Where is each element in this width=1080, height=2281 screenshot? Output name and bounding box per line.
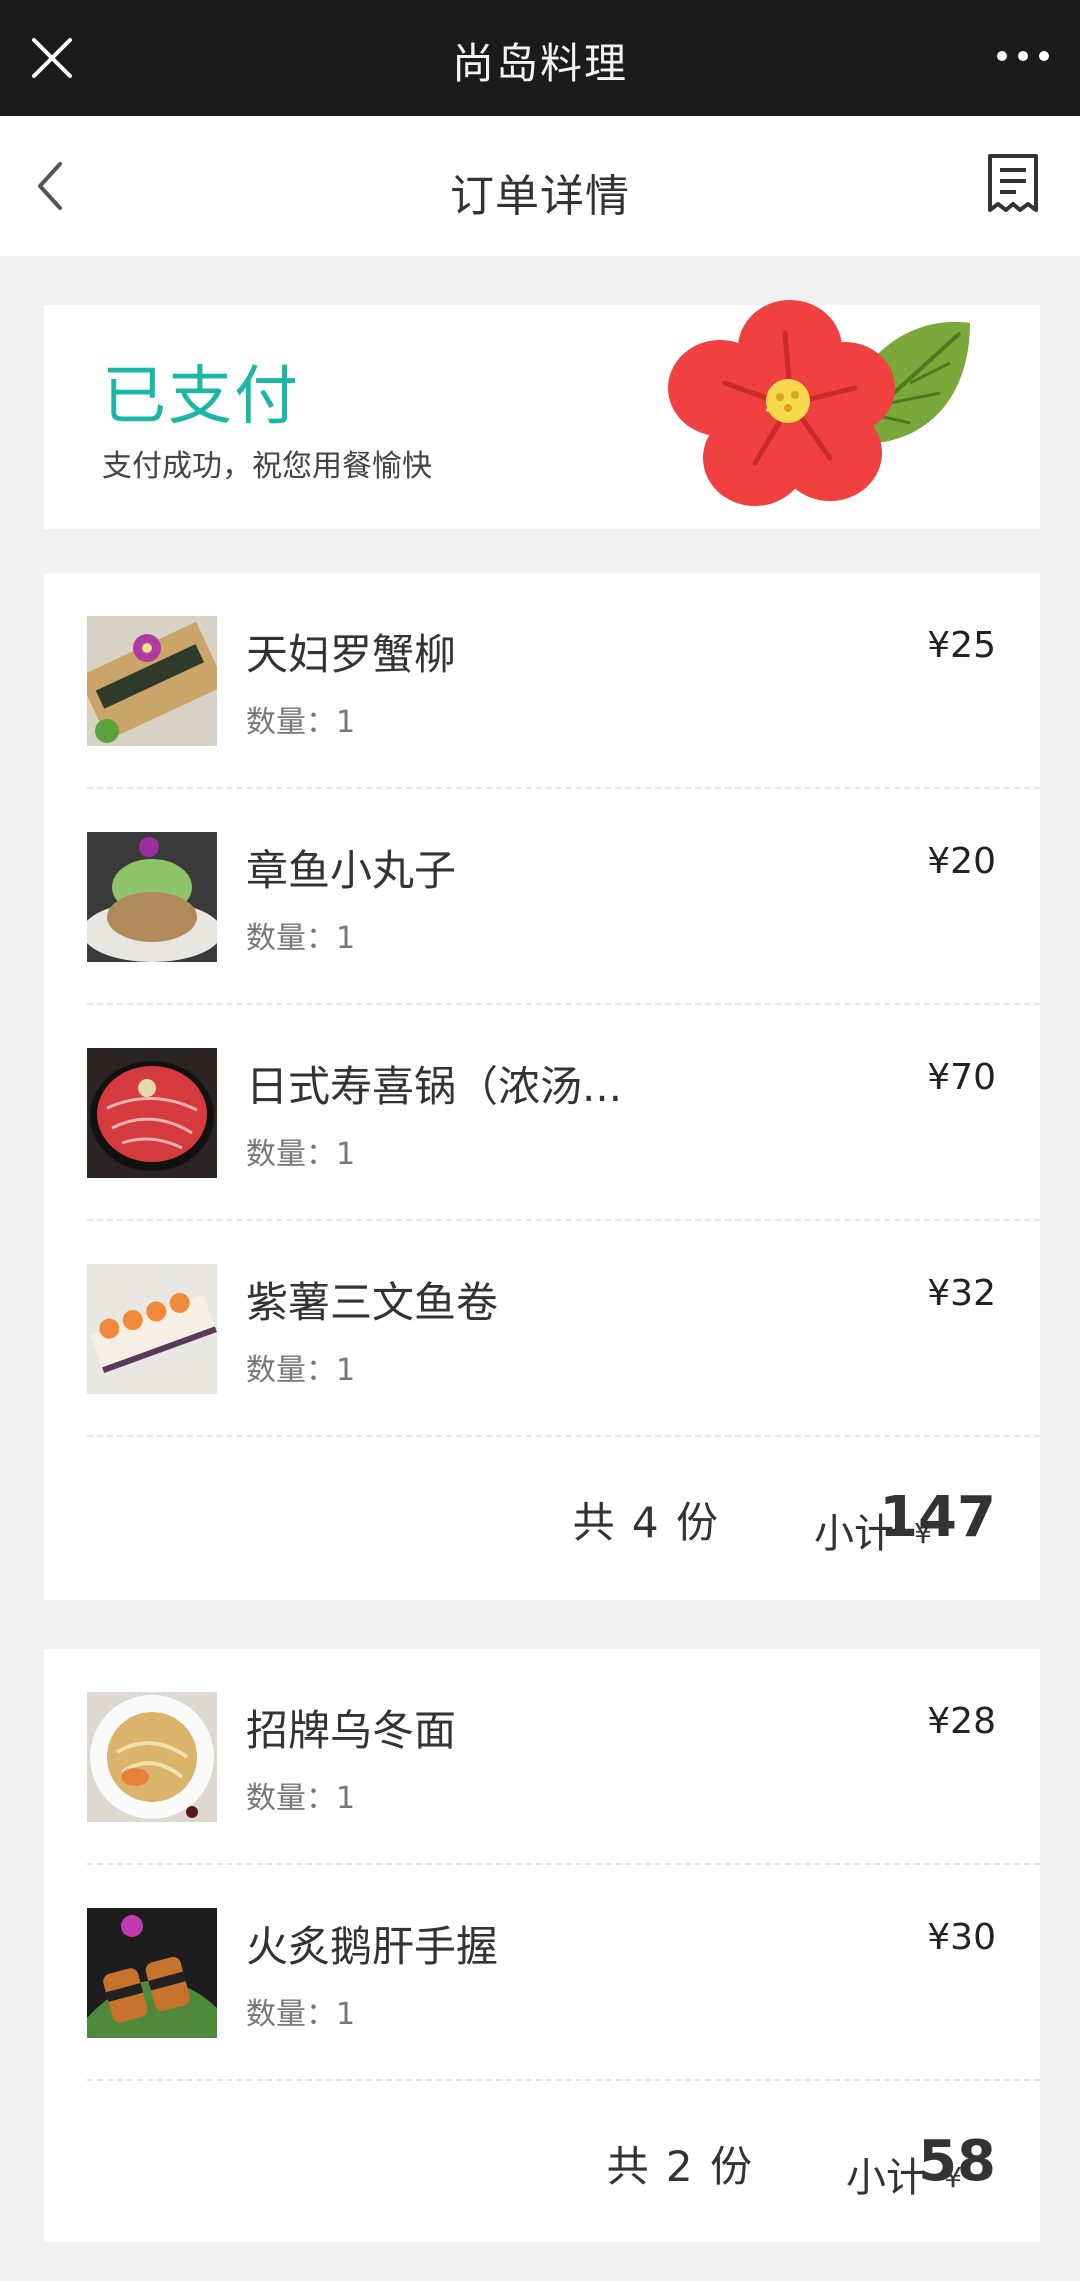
dish-price: ¥28 (927, 1701, 996, 1742)
dish-image-takoyaki (87, 832, 217, 962)
order-item[interactable]: 紫薯三文鱼卷 数量：1 ¥32 (44, 1221, 1040, 1437)
dish-image-udon (87, 1692, 217, 1822)
dish-price: ¥70 (927, 1057, 996, 1098)
dish-price: ¥20 (927, 841, 996, 882)
group-subtotal: 共 2 份 小计 ¥ 58 (44, 2081, 1040, 2246)
subtotal-amount: 147 (879, 1485, 996, 1550)
item-count: 共 4 份 (572, 1498, 720, 1547)
dish-name: 招牌乌冬面 (246, 1706, 457, 1755)
dish-image-purple-potato-salmon-roll (87, 1264, 217, 1394)
dish-image-sukiyaki (87, 1048, 217, 1178)
dish-quantity: 数量：1 (246, 1353, 356, 1388)
dish-image-seared-foie-gras-nigiri (87, 1908, 217, 2038)
dish-quantity: 数量：1 (246, 921, 356, 956)
payment-status-subtitle: 支付成功，祝您用餐愉快 (102, 449, 432, 484)
order-item[interactable]: 天妇罗蟹柳 数量：1 ¥25 (44, 573, 1040, 789)
dish-price: ¥25 (927, 625, 996, 666)
dish-name: 日式寿喜锅（浓汤... (246, 1062, 623, 1111)
dish-quantity: 数量：1 (246, 1137, 356, 1172)
nav-bar: 订单详情 (0, 116, 1080, 256)
group-subtotal: 共 4 份 小计 ¥ 147 (44, 1437, 1040, 1602)
subtotal-label: 小计 (846, 2155, 926, 2201)
dish-quantity: 数量：1 (246, 705, 356, 740)
order-group-1: 天妇罗蟹柳 数量：1 ¥25 章鱼小丸子 数量：1 ¥20 日式寿喜锅（浓汤..… (44, 573, 1040, 1600)
dish-quantity: 数量：1 (246, 1781, 356, 1816)
receipt-icon[interactable] (984, 152, 1042, 216)
item-count: 共 2 份 (606, 2142, 754, 2191)
payment-status-title: 已支付 (102, 360, 300, 434)
app-top-bar: 尚岛料理 (0, 0, 1080, 116)
dish-price: ¥32 (927, 1273, 996, 1314)
order-item[interactable]: 火炙鹅肝手握 数量：1 ¥30 (44, 1865, 1040, 2081)
subtotal-amount: 58 (918, 2129, 996, 2194)
order-item[interactable]: 日式寿喜锅（浓汤... 数量：1 ¥70 (44, 1005, 1040, 1221)
dish-name: 天妇罗蟹柳 (246, 630, 457, 679)
flower-decoration-icon (668, 300, 970, 506)
dish-image-tempura-crab (87, 616, 217, 746)
dish-name: 章鱼小丸子 (246, 846, 457, 895)
page-title: 订单详情 (450, 171, 630, 222)
more-options-icon[interactable] (996, 46, 1050, 66)
order-item[interactable]: 招牌乌冬面 数量：1 ¥28 (44, 1649, 1040, 1865)
dish-price: ¥30 (927, 1917, 996, 1958)
dish-name: 紫薯三文鱼卷 (246, 1278, 499, 1327)
payment-status-card: 已支付 支付成功，祝您用餐愉快 (44, 300, 1040, 529)
order-group-2: 招牌乌冬面 数量：1 ¥28 火炙鹅肝手握 数量：1 ¥30 共 2 份 小计 … (44, 1649, 1040, 2242)
app-title: 尚岛料理 (451, 39, 628, 88)
dish-quantity: 数量：1 (246, 1997, 356, 2032)
order-item[interactable]: 章鱼小丸子 数量：1 ¥20 (44, 789, 1040, 1005)
dish-name: 火炙鹅肝手握 (246, 1922, 499, 1971)
